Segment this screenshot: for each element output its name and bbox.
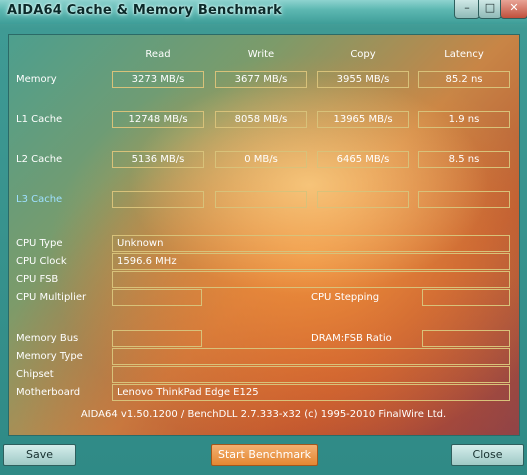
l1-write-value: 8058 MB/s xyxy=(215,111,307,128)
row-label-memory: Memory xyxy=(16,74,57,85)
l3-copy-value xyxy=(317,191,409,208)
cpu-fsb-label: CPU FSB xyxy=(16,274,59,285)
column-header-read: Read xyxy=(145,49,171,60)
l2-latency-value: 8.5 ns xyxy=(418,151,510,168)
l2-read-value: 5136 MB/s xyxy=(112,151,204,168)
memory-latency-value: 85.2 ns xyxy=(418,71,510,88)
dram-fsb-ratio-value xyxy=(422,330,510,347)
cpu-clock-value: 1596.6 MHz xyxy=(112,253,510,270)
motherboard-value: Lenovo ThinkPad Edge E125 xyxy=(112,384,510,401)
cpu-stepping-label: CPU Stepping xyxy=(311,292,380,303)
l3-read-value xyxy=(112,191,204,208)
title-bar[interactable]: AIDA64 Cache & Memory Benchmark – □ ✕ xyxy=(0,0,527,24)
minimize-icon[interactable]: – xyxy=(454,0,480,19)
column-header-copy: Copy xyxy=(350,49,376,60)
memory-read-value: 3273 MB/s xyxy=(112,71,204,88)
column-header-latency: Latency xyxy=(444,49,484,60)
close-button[interactable]: Close xyxy=(451,444,524,466)
l2-write-value: 0 MB/s xyxy=(215,151,307,168)
start-benchmark-button[interactable]: Start Benchmark xyxy=(211,444,318,466)
cpu-type-label: CPU Type xyxy=(16,238,63,249)
memory-write-value: 3677 MB/s xyxy=(215,71,307,88)
memory-copy-value: 3955 MB/s xyxy=(317,71,409,88)
l1-copy-value: 13965 MB/s xyxy=(317,111,409,128)
cpu-fsb-value xyxy=(112,271,510,288)
l3-write-value xyxy=(215,191,307,208)
cpu-type-value: Unknown xyxy=(112,235,510,252)
memory-type-label: Memory Type xyxy=(16,351,83,362)
motherboard-label: Motherboard xyxy=(16,387,81,398)
row-label-l1-cache: L1 Cache xyxy=(16,114,63,125)
column-header-write: Write xyxy=(247,49,275,60)
cpu-multiplier-label: CPU Multiplier xyxy=(16,292,87,303)
benchmark-window: AIDA64 Cache & Memory Benchmark – □ ✕ Re… xyxy=(0,0,527,475)
cpu-stepping-value xyxy=(422,289,510,306)
l3-latency-value xyxy=(418,191,510,208)
maximize-icon[interactable]: □ xyxy=(478,0,502,19)
l1-read-value: 12748 MB/s xyxy=(112,111,204,128)
l1-latency-value: 1.9 ns xyxy=(418,111,510,128)
copyright-footer: AIDA64 v1.50.1200 / BenchDLL 2.7.333-x32… xyxy=(80,409,447,420)
l2-copy-value: 6465 MB/s xyxy=(317,151,409,168)
close-icon[interactable]: ✕ xyxy=(500,0,527,19)
dram-fsb-ratio-label: DRAM:FSB Ratio xyxy=(311,333,392,344)
memory-bus-value xyxy=(112,330,202,347)
memory-bus-label: Memory Bus xyxy=(16,333,79,344)
save-button[interactable]: Save xyxy=(3,444,76,466)
chipset-value xyxy=(112,366,510,383)
cpu-clock-label: CPU Clock xyxy=(16,256,67,267)
memory-type-value xyxy=(112,348,510,365)
chipset-label: Chipset xyxy=(16,369,54,380)
window-title: AIDA64 Cache & Memory Benchmark xyxy=(7,3,283,18)
row-label-l3-cache: L3 Cache xyxy=(16,194,63,205)
cpu-multiplier-value xyxy=(112,289,202,306)
row-label-l2-cache: L2 Cache xyxy=(16,154,63,165)
